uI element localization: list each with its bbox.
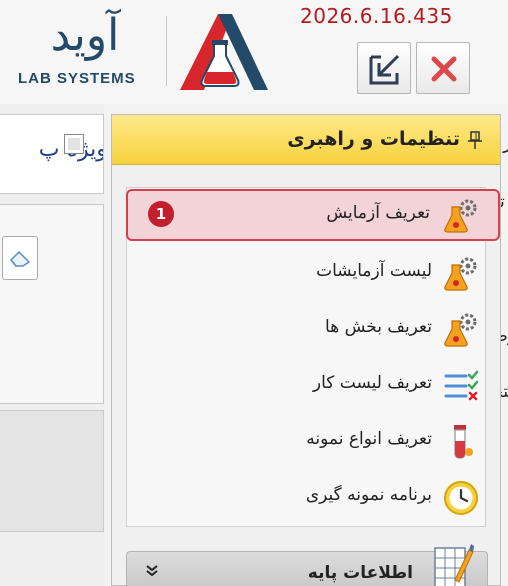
settings-panel: تنظیمات و راهبری 1 تعریف آزمایش لیست آزم… — [111, 114, 501, 586]
close-button[interactable] — [416, 42, 470, 94]
menu-item-sampling-schedule[interactable]: برنامه نمونه گیری — [126, 471, 500, 523]
app-header: 2026.6.16.435 آوید LAB SYSTEMS — [0, 0, 508, 104]
menu-item-label: تعریف انواع نمونه — [306, 429, 432, 449]
flask-gear-icon — [444, 257, 477, 291]
table-pencil-icon — [434, 544, 474, 586]
from-date-checkbox[interactable] — [64, 134, 84, 154]
logo-wordmark: آوید — [50, 10, 120, 61]
menu-item-label: برنامه نمونه گیری — [305, 485, 432, 505]
left-title-box: آویژه پ — [0, 114, 104, 194]
base-info-label: اطلاعات پایه — [307, 563, 413, 583]
base-info-section-header[interactable]: اطلاعات پایه — [126, 544, 488, 586]
logo-mark-icon — [180, 14, 268, 90]
menu-item-test-list[interactable]: لیست آزمایشات — [126, 247, 500, 299]
settings-panel-title: تنظیمات و راهبری — [287, 128, 460, 150]
menu-item-define-worklist[interactable]: تعریف لیست کار — [126, 359, 500, 411]
flask-gear-icon — [444, 313, 477, 347]
left-panel: آویژه پ — [0, 104, 104, 586]
step-badge: 1 — [148, 201, 174, 227]
menu-item-label: لیست آزمایشات — [316, 261, 432, 281]
date-filter-box — [0, 204, 104, 404]
clock-icon — [444, 481, 478, 515]
flask-gear-icon — [444, 199, 477, 233]
menu-item-label: تعریف بخش ها — [325, 317, 432, 337]
eraser-icon — [9, 250, 31, 267]
settings-panel-header[interactable]: تنظیمات و راهبری — [112, 115, 500, 165]
sample-tube-icon — [454, 425, 473, 459]
menu-item-define-test[interactable]: 1 تعریف آزمایش — [126, 189, 500, 241]
double-chevron-down-icon — [146, 565, 158, 577]
status-box — [0, 410, 104, 532]
pin-icon[interactable] — [466, 130, 484, 150]
menu-item-label: تعریف آزمایش — [326, 203, 430, 223]
menu-item-define-sample-types[interactable]: تعریف انواع نمونه — [126, 415, 500, 467]
restore-arrow-icon — [369, 54, 400, 85]
menu-item-label: تعریف لیست کار — [312, 373, 432, 393]
logo-subtitle: LAB SYSTEMS — [18, 70, 136, 87]
version-label: 2026.6.16.435 — [300, 4, 453, 28]
restore-button[interactable] — [357, 42, 411, 94]
close-x-icon — [431, 56, 457, 82]
clear-button[interactable] — [2, 236, 38, 280]
logo-divider — [166, 16, 167, 86]
menu-item-define-sections[interactable]: تعریف بخش ها — [126, 303, 500, 355]
worklist-check-icon — [444, 370, 479, 401]
